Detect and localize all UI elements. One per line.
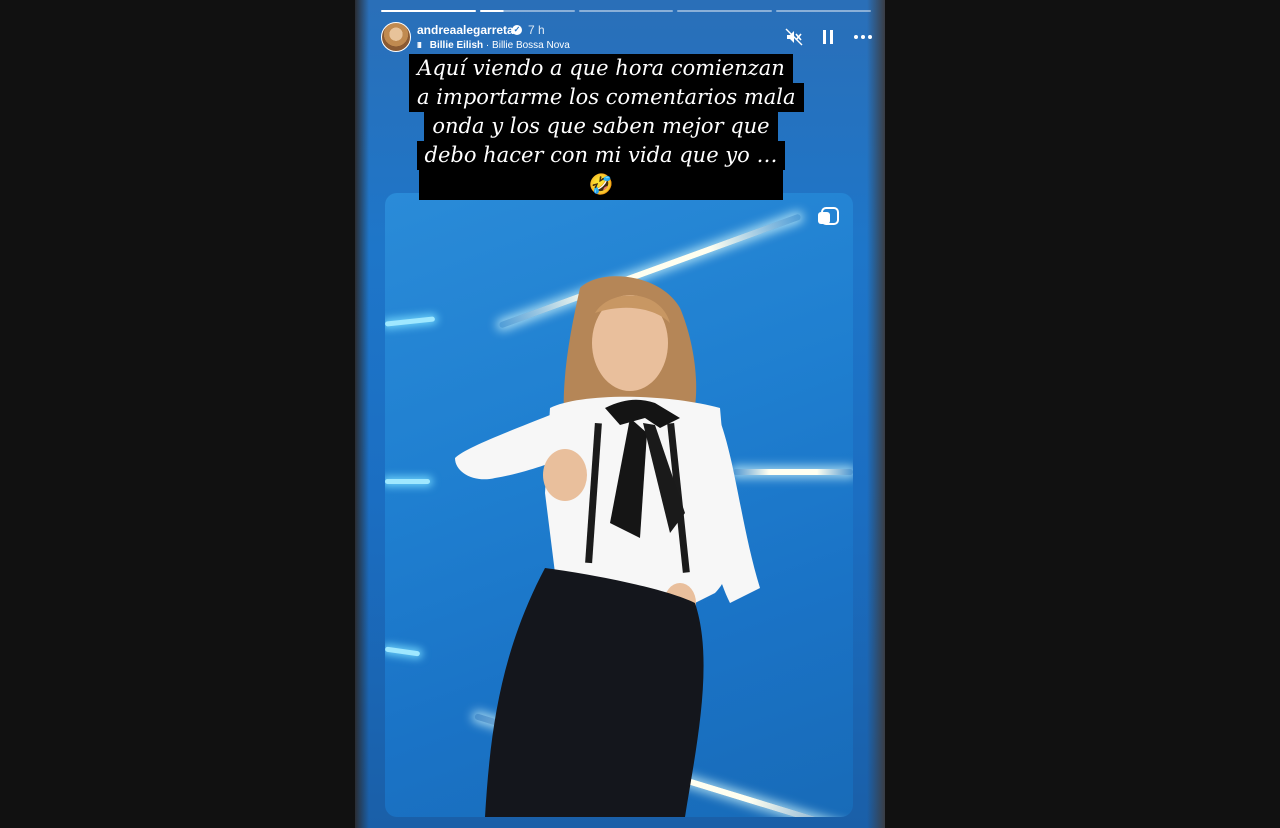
story-controls — [785, 28, 872, 46]
username[interactable]: andreaalegarreta — [417, 23, 514, 37]
more-icon[interactable] — [853, 28, 872, 46]
progress-segment — [677, 10, 773, 12]
story-caption: Aquí viendo a que hora comienzan a impor… — [409, 54, 804, 200]
music-bars-icon: III — [417, 41, 422, 50]
progress-segment — [776, 10, 871, 12]
music-separator: · — [485, 40, 490, 51]
story-header: andreaalegarreta ✓ 7 h III Billie Eilish… — [381, 22, 872, 54]
caption-line: onda y los que saben mejor que — [424, 112, 778, 141]
music-info[interactable]: III Billie Eilish · Billie Bossa Nova — [417, 40, 570, 51]
woman-figure — [455, 276, 760, 817]
music-track: Billie Bossa Nova — [492, 40, 570, 51]
story-progress-bar — [381, 10, 871, 12]
pause-icon[interactable] — [819, 28, 837, 46]
caption-line: a importarme los comentarios mala — [409, 83, 804, 112]
music-artist: Billie Eilish — [429, 40, 484, 51]
progress-segment — [381, 10, 476, 12]
story-viewer[interactable]: andreaalegarreta ✓ 7 h III Billie Eilish… — [355, 0, 885, 828]
caption-emoji: 🤣 — [418, 170, 784, 200]
story-photo — [385, 193, 853, 817]
avatar[interactable] — [381, 22, 411, 52]
caption-line: Aquí viendo a que hora comienzan — [409, 54, 793, 83]
verified-icon: ✓ — [512, 25, 522, 35]
progress-segment-active — [479, 10, 575, 12]
progress-segment — [578, 10, 674, 12]
post-time: 7 h — [528, 23, 545, 37]
speaker-muted-icon[interactable] — [785, 28, 803, 46]
layers-icon[interactable] — [818, 207, 839, 225]
caption-line: debo hacer con mi vida que yo … — [416, 141, 786, 170]
